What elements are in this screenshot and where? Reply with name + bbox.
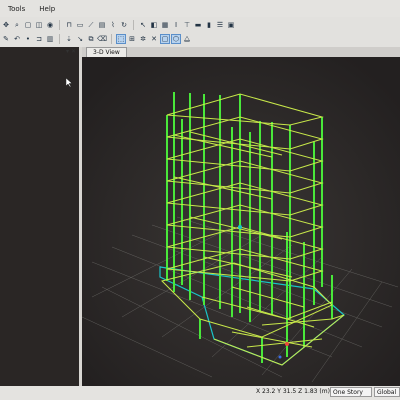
load-icon[interactable]: ⇣ (65, 35, 73, 43)
x-snap-icon[interactable]: ✕ (150, 35, 158, 43)
layers-icon[interactable]: ☰ (216, 21, 224, 29)
snap-icon[interactable]: ✲ (139, 35, 147, 43)
separator (59, 34, 60, 44)
separator (133, 20, 134, 30)
structure-model (82, 57, 400, 387)
erase-icon[interactable]: ⌫ (97, 35, 107, 43)
node-icon[interactable]: ◉ (46, 21, 54, 29)
node-draw-icon[interactable]: • (24, 35, 32, 43)
separator (59, 20, 60, 30)
wall-icon[interactable]: ▭ (76, 21, 84, 29)
move-icon[interactable]: ↘ (76, 35, 84, 43)
section-icon[interactable]: ◧ (150, 21, 158, 29)
brace-icon[interactable]: ⟋ (87, 21, 95, 29)
filter-icon[interactable]: ⊤ (183, 21, 191, 29)
object-icon[interactable]: ⬚ (116, 34, 126, 44)
menu-bar: Tools Help (0, 0, 400, 17)
coord-system-select[interactable]: Global (374, 387, 400, 397)
cursor-coordinates: X 23.2 Y 31.5 Z 1.83 (m) (256, 388, 330, 395)
select-all-icon[interactable]: ⊞ (128, 35, 136, 43)
status-bar: X 23.2 Y 31.5 Z 1.83 (m) One Story Globa… (0, 386, 400, 400)
grid-icon[interactable]: ▦ (161, 21, 169, 29)
3d-icon[interactable]: ⬡ (171, 34, 181, 44)
refresh-icon[interactable]: ↻ (120, 21, 128, 29)
mouse-cursor-icon (66, 78, 72, 87)
left-panel: ▾ ✕ (0, 47, 80, 387)
zoom-icon[interactable]: ⌕ (13, 21, 21, 29)
frame-draw-icon[interactable]: ⊐ (35, 35, 43, 43)
toolbar-draw: ✎ ↶ • ⊐ ▥ ⇣ ↘ ⧉ ⌫ ⬚ ⊞ ✲ ✕ ▢ ⬡ ⧋ (0, 31, 400, 47)
separator (111, 34, 112, 44)
story-select[interactable]: One Story (330, 387, 372, 397)
rubber-band-icon[interactable]: ◫ (35, 21, 43, 29)
draw-icon[interactable]: ✎ (2, 35, 10, 43)
pan-icon[interactable]: ✥ (2, 21, 10, 29)
column-icon[interactable]: ▮ (205, 21, 213, 29)
select-icon[interactable]: ▢ (24, 21, 32, 29)
story-select-value: One Story (333, 389, 363, 396)
menu-help[interactable]: Help (39, 5, 55, 13)
plan-icon[interactable]: ▢ (160, 34, 170, 44)
elevation-icon[interactable]: ⧋ (183, 35, 191, 43)
menu-tools[interactable]: Tools (8, 5, 25, 13)
copy-icon[interactable]: ⧉ (87, 35, 95, 43)
pointer-icon[interactable]: ↖ (139, 21, 147, 29)
text-icon[interactable]: Ⅰ (172, 21, 180, 29)
3d-view-canvas[interactable] (82, 57, 400, 387)
coord-system-value: Global (377, 389, 397, 396)
beam-icon[interactable]: ▬ (194, 21, 202, 29)
selection-point (238, 225, 242, 229)
undo-icon[interactable]: ↶ (13, 35, 21, 43)
chart-icon[interactable]: ▥ (46, 35, 54, 43)
area-icon[interactable]: ▤ (98, 21, 106, 29)
frame-icon[interactable]: ⊓ (65, 21, 73, 29)
display-icon[interactable]: ▣ (227, 21, 235, 29)
link-icon[interactable]: ⌇ (109, 21, 117, 29)
panel-controls[interactable]: ▾ ✕ (66, 48, 76, 55)
